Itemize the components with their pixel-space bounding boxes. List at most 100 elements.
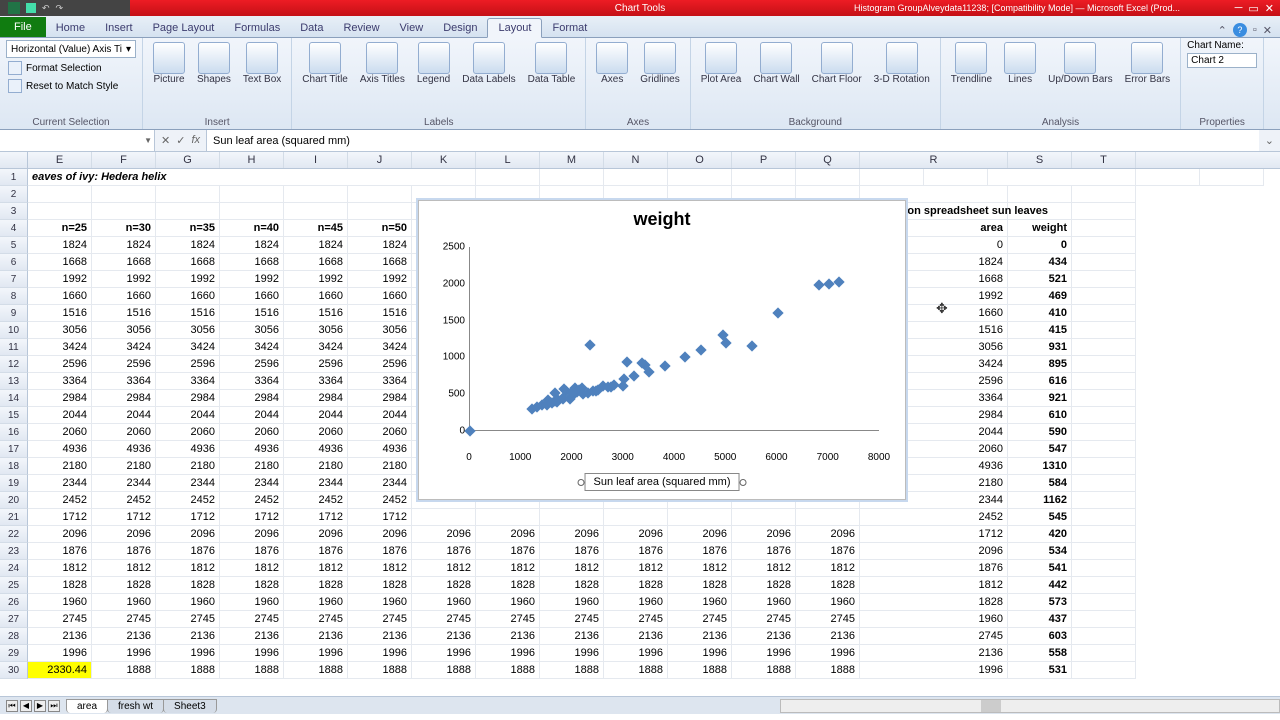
- cell[interactable]: 1812: [732, 560, 796, 577]
- cell[interactable]: 2136: [540, 628, 604, 645]
- cell[interactable]: 1960: [92, 594, 156, 611]
- cell[interactable]: 3364: [348, 373, 412, 390]
- cell[interactable]: 1876: [860, 560, 1008, 577]
- cell[interactable]: 1996: [220, 645, 284, 662]
- col-header[interactable]: K: [412, 152, 476, 168]
- cell[interactable]: 2096: [796, 526, 860, 543]
- gridlines-button[interactable]: Gridlines: [636, 40, 683, 88]
- cell[interactable]: 2096: [220, 526, 284, 543]
- row-header[interactable]: 20: [0, 492, 28, 509]
- sheet-tab-sheet3[interactable]: Sheet3: [163, 699, 217, 713]
- cell[interactable]: 1888: [732, 662, 796, 679]
- cell[interactable]: [476, 509, 540, 526]
- cell[interactable]: 1960: [284, 594, 348, 611]
- row-header[interactable]: 22: [0, 526, 28, 543]
- cell[interactable]: 1812: [604, 560, 668, 577]
- cell[interactable]: 1888: [284, 662, 348, 679]
- cell[interactable]: 1876: [220, 543, 284, 560]
- cell[interactable]: 2745: [860, 628, 1008, 645]
- cell[interactable]: 1828: [92, 577, 156, 594]
- cell[interactable]: 2060: [156, 424, 220, 441]
- cell[interactable]: 2344: [284, 475, 348, 492]
- cell[interactable]: 4936: [220, 441, 284, 458]
- row-header[interactable]: 24: [0, 560, 28, 577]
- cell[interactable]: 2060: [28, 424, 92, 441]
- cell[interactable]: 1712: [284, 509, 348, 526]
- scrollbar-thumb[interactable]: [981, 700, 1001, 712]
- col-header[interactable]: H: [220, 152, 284, 168]
- cell[interactable]: 3056: [348, 322, 412, 339]
- chart-floor-button[interactable]: Chart Floor: [808, 40, 866, 88]
- cell[interactable]: 1668: [284, 254, 348, 271]
- shapes-button[interactable]: Shapes: [193, 40, 235, 88]
- cell[interactable]: 469: [1008, 288, 1072, 305]
- cell[interactable]: [1072, 560, 1136, 577]
- cell[interactable]: [1072, 373, 1136, 390]
- cell[interactable]: 1828: [860, 594, 1008, 611]
- cell[interactable]: 921: [1008, 390, 1072, 407]
- next-sheet-icon[interactable]: ▶: [34, 700, 46, 712]
- cell[interactable]: 2096: [732, 526, 796, 543]
- cell[interactable]: 1960: [476, 594, 540, 611]
- cell[interactable]: 1828: [604, 577, 668, 594]
- cell[interactable]: [1072, 203, 1136, 220]
- cell[interactable]: 547: [1008, 441, 1072, 458]
- cell[interactable]: 2596: [284, 356, 348, 373]
- cell[interactable]: 603: [1008, 628, 1072, 645]
- cell[interactable]: 2596: [92, 356, 156, 373]
- cell[interactable]: [1072, 356, 1136, 373]
- reset-style-button[interactable]: Reset to Match Style: [6, 78, 136, 94]
- cell[interactable]: [412, 509, 476, 526]
- cell[interactable]: [1072, 322, 1136, 339]
- cell[interactable]: 2745: [604, 611, 668, 628]
- tab-formulas[interactable]: Formulas: [224, 19, 290, 37]
- cell[interactable]: 1992: [348, 271, 412, 288]
- close-icon[interactable]: ✕: [1265, 2, 1274, 15]
- col-header[interactable]: G: [156, 152, 220, 168]
- cell[interactable]: 2136: [284, 628, 348, 645]
- updown-bars-button[interactable]: Up/Down Bars: [1044, 40, 1116, 88]
- cell[interactable]: [156, 186, 220, 203]
- cell[interactable]: 2096: [28, 526, 92, 543]
- cell[interactable]: 1960: [156, 594, 220, 611]
- cell[interactable]: 3056: [284, 322, 348, 339]
- cell[interactable]: 2136: [860, 645, 1008, 662]
- cell[interactable]: 3364: [284, 373, 348, 390]
- cell[interactable]: 1516: [156, 305, 220, 322]
- lines-button[interactable]: Lines: [1000, 40, 1040, 88]
- cell[interactable]: 2596: [156, 356, 220, 373]
- cell[interactable]: 1996: [732, 645, 796, 662]
- cell[interactable]: 1516: [284, 305, 348, 322]
- col-header[interactable]: E: [28, 152, 92, 168]
- cell[interactable]: 2060: [92, 424, 156, 441]
- col-header[interactable]: R: [860, 152, 1008, 168]
- col-header[interactable]: I: [284, 152, 348, 168]
- cell[interactable]: 1960: [860, 611, 1008, 628]
- cell[interactable]: 2044: [156, 407, 220, 424]
- cell[interactable]: [156, 203, 220, 220]
- col-header[interactable]: P: [732, 152, 796, 168]
- cell[interactable]: 1812: [220, 560, 284, 577]
- cell[interactable]: 1888: [156, 662, 220, 679]
- cell[interactable]: [476, 169, 540, 186]
- cell[interactable]: 2452: [860, 509, 1008, 526]
- data-point[interactable]: [644, 366, 655, 377]
- cell[interactable]: [1008, 203, 1072, 220]
- cell[interactable]: 1828: [348, 577, 412, 594]
- col-header[interactable]: T: [1072, 152, 1136, 168]
- cell[interactable]: [1072, 254, 1136, 271]
- cell[interactable]: 2136: [92, 628, 156, 645]
- cell[interactable]: 2136: [220, 628, 284, 645]
- cell[interactable]: 2096: [92, 526, 156, 543]
- cell[interactable]: 2596: [220, 356, 284, 373]
- cell[interactable]: [1072, 237, 1136, 254]
- cell[interactable]: 1824: [220, 237, 284, 254]
- cell[interactable]: 420: [1008, 526, 1072, 543]
- chart-title[interactable]: weight: [419, 201, 905, 234]
- cell[interactable]: n=25: [28, 220, 92, 237]
- cell[interactable]: [1072, 492, 1136, 509]
- cell[interactable]: 3056: [92, 322, 156, 339]
- expand-formula-icon[interactable]: ⌄: [1259, 134, 1280, 147]
- cell[interactable]: 2745: [28, 611, 92, 628]
- cell[interactable]: 2044: [284, 407, 348, 424]
